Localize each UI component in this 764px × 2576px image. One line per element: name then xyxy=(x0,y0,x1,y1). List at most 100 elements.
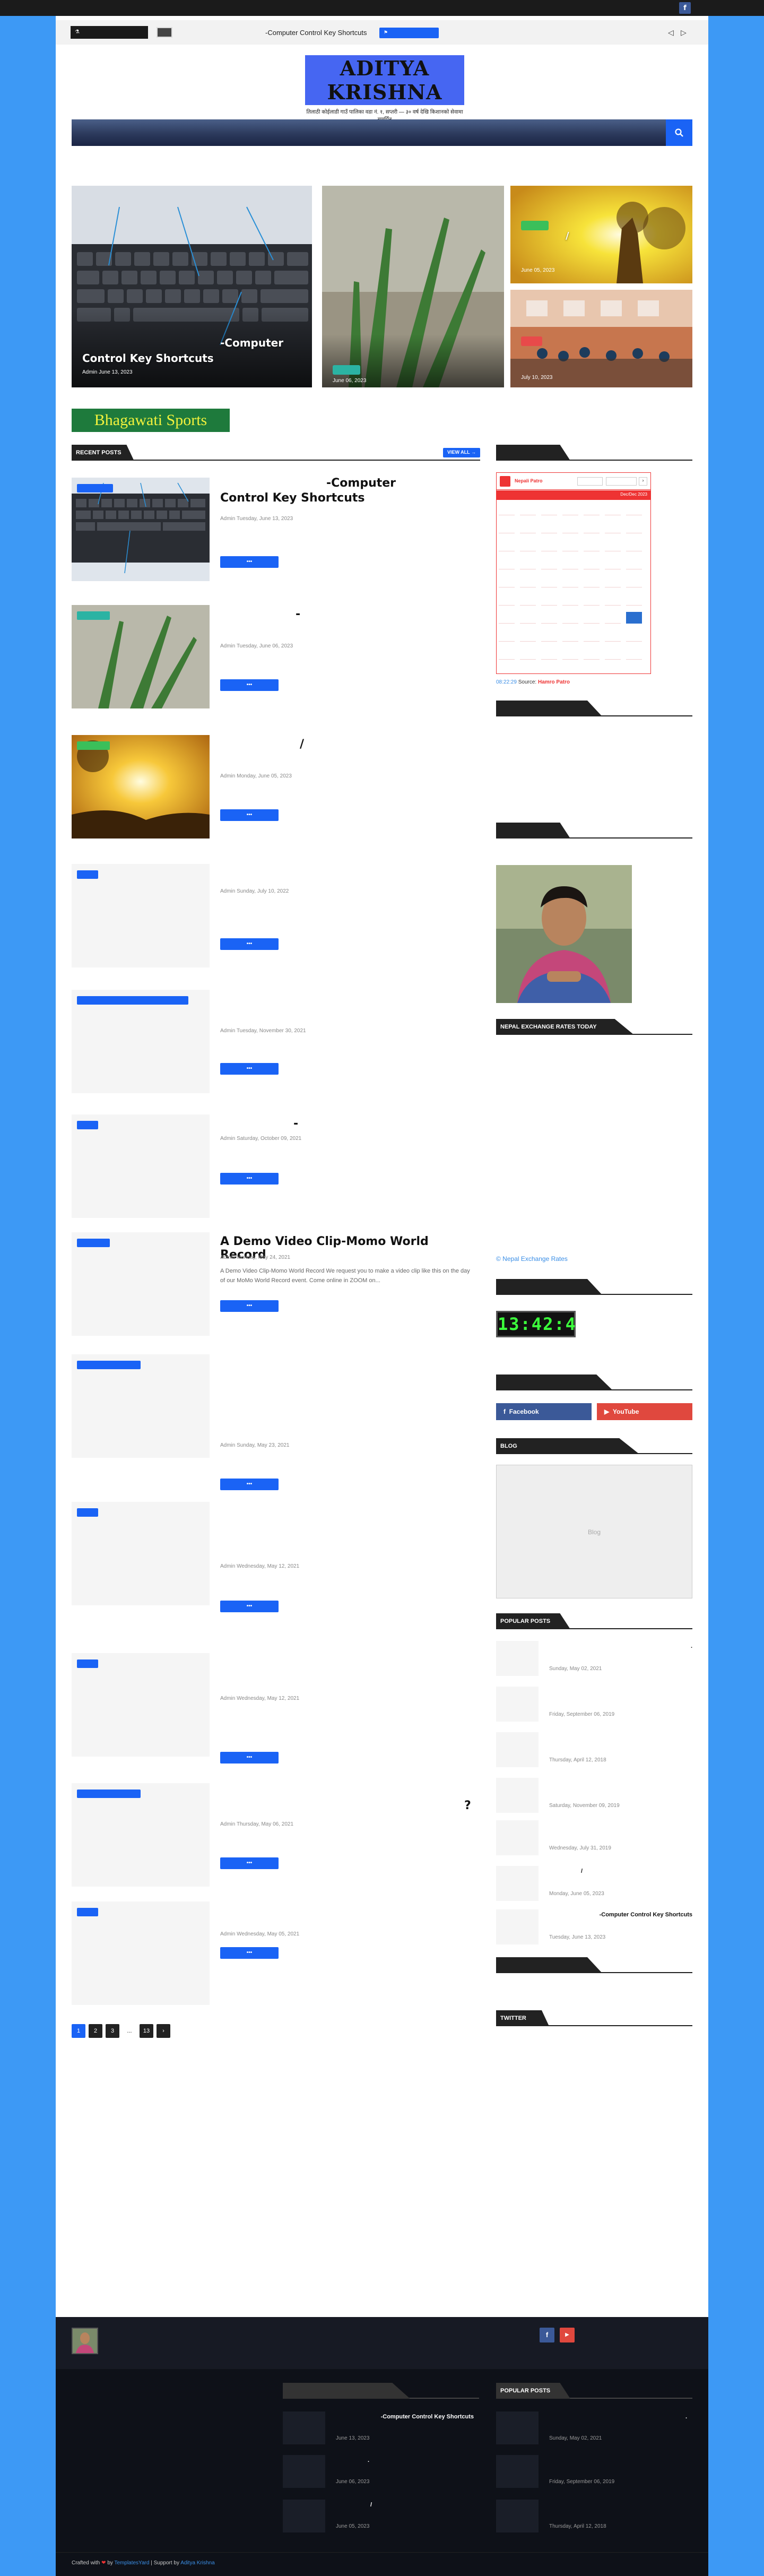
post-thumbnail[interactable] xyxy=(72,1901,210,2005)
page-3-button[interactable]: 3 xyxy=(106,2024,119,2038)
read-more-button[interactable]: ••• xyxy=(220,809,279,821)
featured-post-2[interactable]: June 06, 2023 xyxy=(322,186,504,387)
footer-post-title[interactable]: -Computer Control Key Shortcuts xyxy=(336,2414,474,2420)
post-title[interactable]: - xyxy=(293,1117,548,1130)
post-thumbnail[interactable] xyxy=(72,478,210,581)
read-more-button[interactable]: ••• xyxy=(220,1479,279,1490)
footer-thumbnail[interactable] xyxy=(283,2411,325,2444)
nepal-exchange-link[interactable]: © Nepal Exchange Rates xyxy=(496,1255,568,1263)
calendar-day-cell[interactable] xyxy=(626,630,642,642)
read-more-button[interactable]: ••• xyxy=(220,679,279,691)
popular-thumbnail[interactable] xyxy=(496,1820,539,1855)
calendar-day-cell[interactable] xyxy=(605,630,621,642)
popular-post-item[interactable]: . Sunday, May 02, 2021 xyxy=(496,1641,692,1676)
post-item[interactable]: Admin Wednesday, May 12, 2021 ••• xyxy=(72,1502,480,1612)
footer-post-title[interactable]: / xyxy=(370,2502,508,2508)
calendar-source-link[interactable]: Hamro Patro xyxy=(538,679,570,685)
calendar-day-cell[interactable] xyxy=(562,504,578,515)
post-item[interactable]: A Demo Video Clip-Momo World Record Admi… xyxy=(72,1232,480,1338)
page-1-button[interactable]: 1 xyxy=(72,2024,85,2038)
calendar-day-cell[interactable] xyxy=(520,648,536,660)
calendar-day-cell[interactable] xyxy=(520,522,536,533)
calendar-day-cell[interactable] xyxy=(562,594,578,606)
post-item[interactable]: Admin Sunday, July 10, 2022 ••• xyxy=(72,864,480,970)
post-title[interactable]: / xyxy=(300,738,554,751)
post-item[interactable]: Admin Wednesday, May 05, 2021 ••• xyxy=(72,1901,480,2008)
read-more-button[interactable]: ••• xyxy=(220,1752,279,1764)
calendar-day-cell[interactable] xyxy=(562,558,578,569)
footer-thumbnail[interactable] xyxy=(496,2455,539,2488)
featured-badge[interactable] xyxy=(521,336,542,346)
calendar-day-cell[interactable] xyxy=(541,630,557,642)
calendar-day-cell[interactable] xyxy=(584,594,600,606)
post-thumbnail[interactable] xyxy=(72,990,210,1093)
facebook-icon[interactable]: f xyxy=(540,2328,554,2342)
page-2-button[interactable]: 2 xyxy=(89,2024,102,2038)
read-more-button[interactable]: ••• xyxy=(220,1173,279,1185)
post-thumbnail[interactable] xyxy=(72,1502,210,1605)
calendar-day-cell[interactable] xyxy=(520,594,536,606)
calendar-day-cell[interactable] xyxy=(562,612,578,624)
featured-post-4[interactable]: July 10, 2023 xyxy=(510,290,692,387)
post-category-badge[interactable] xyxy=(77,1790,141,1798)
calendar-day-cell[interactable] xyxy=(605,540,621,551)
calendar-day-cell[interactable] xyxy=(584,630,600,642)
calendar-day-cell[interactable] xyxy=(584,522,600,533)
calendar-day-cell[interactable] xyxy=(584,558,600,569)
footer-post-item[interactable]: Thursday, April 12, 2018 xyxy=(496,2500,692,2532)
post-category-badge[interactable] xyxy=(77,1508,98,1517)
post-category-badge[interactable] xyxy=(77,1121,98,1129)
footer-post-title[interactable]: . xyxy=(549,2414,687,2420)
ticker-next-icon[interactable]: ▷ xyxy=(681,28,687,37)
ticker-headline[interactable]: -Computer Control Key Shortcuts xyxy=(265,29,367,37)
calendar-day-cell[interactable] xyxy=(605,558,621,569)
popular-thumbnail[interactable] xyxy=(496,1687,539,1722)
calendar-day-cell[interactable] xyxy=(541,504,557,515)
footer-thumbnail[interactable] xyxy=(283,2455,325,2488)
footer-logo[interactable] xyxy=(72,2328,98,2354)
calendar-day-cell[interactable] xyxy=(584,504,600,515)
ticker-prev-icon[interactable]: ◁ xyxy=(668,28,674,37)
post-item[interactable]: - Admin Saturday, October 09, 2021 ••• xyxy=(72,1114,480,1221)
calendar-day-cell[interactable] xyxy=(626,648,642,660)
post-thumbnail[interactable] xyxy=(72,1354,210,1458)
featured-badge[interactable] xyxy=(82,316,142,325)
calendar-day-cell[interactable] xyxy=(541,540,557,551)
read-more-button[interactable]: ••• xyxy=(220,1857,279,1869)
calendar-day-cell[interactable] xyxy=(541,576,557,587)
calendar-day-cell[interactable] xyxy=(520,504,536,515)
post-category-badge[interactable] xyxy=(77,741,110,750)
calendar-day-cell[interactable] xyxy=(584,576,600,587)
popular-post-item[interactable]: -Computer Control Key Shortcuts Tuesday, … xyxy=(496,1909,692,1944)
read-more-button[interactable]: ••• xyxy=(220,938,279,950)
post-subtitle[interactable]: Control Key Shortcuts xyxy=(220,491,475,505)
post-item[interactable]: ? Admin Thursday, May 06, 2021 ••• xyxy=(72,1783,480,1889)
calendar-day-cell[interactable] xyxy=(605,594,621,606)
post-thumbnail[interactable] xyxy=(72,1783,210,1887)
toggle-icon[interactable] xyxy=(157,27,172,38)
post-thumbnail[interactable] xyxy=(72,605,210,708)
footer-thumbnail[interactable] xyxy=(283,2500,325,2532)
calendar-day-cell[interactable] xyxy=(499,612,515,624)
calendar-day-cell[interactable] xyxy=(605,648,621,660)
calendar-day-cell[interactable] xyxy=(499,540,515,551)
read-more-button[interactable]: ••• xyxy=(220,1601,279,1612)
post-thumbnail[interactable] xyxy=(72,1114,210,1218)
calendar-day-cell[interactable] xyxy=(626,540,642,551)
calendar-day-cell[interactable] xyxy=(541,522,557,533)
site-logo[interactable]: ADITYA KRISHNA तिलाठी कोईलाडी गाउँ पालिक… xyxy=(305,55,464,123)
footer-post-item[interactable]: / June 05, 2023 xyxy=(283,2500,479,2532)
read-more-button[interactable]: ••• xyxy=(220,556,279,568)
post-item[interactable]: - Admin Tuesday, June 06, 2023 ••• xyxy=(72,605,480,711)
popular-thumbnail[interactable] xyxy=(496,1778,539,1813)
calendar-day-cell[interactable] xyxy=(499,576,515,587)
view-all-button[interactable]: VIEW ALL → xyxy=(443,448,480,457)
calendar-day-cell[interactable] xyxy=(520,576,536,587)
calendar-day-cell[interactable] xyxy=(541,648,557,660)
featured-post-3[interactable]: / June 05, 2023 xyxy=(510,186,692,283)
calendar-day-cell[interactable] xyxy=(541,612,557,624)
calendar-day-cell[interactable] xyxy=(541,594,557,606)
calendar-day-cell[interactable] xyxy=(562,630,578,642)
post-thumbnail[interactable] xyxy=(72,1232,210,1336)
calendar-day-cell[interactable] xyxy=(520,630,536,642)
